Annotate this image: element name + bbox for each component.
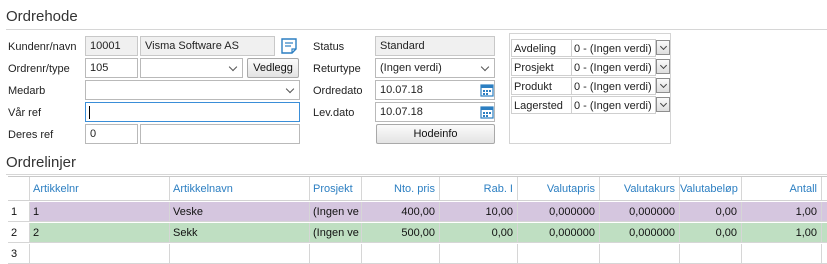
order-number-field[interactable]: 105 xyxy=(85,58,138,78)
ordredato-field[interactable]: 10.07.18 xyxy=(375,80,495,100)
cell-valutakurs[interactable]: 0,000000 xyxy=(600,223,680,242)
column-header-rab[interactable]: Rab. I xyxy=(440,177,518,200)
levdato-label: Lev.dato xyxy=(313,107,355,119)
hodeinfo-button[interactable]: Hodeinfo xyxy=(376,124,495,144)
table-row[interactable]: 1 1 Veske (Ingen ve 400,00 10,00 0,00000… xyxy=(8,202,827,222)
cell-rab[interactable]: 0,00 xyxy=(440,223,518,242)
column-header-nto-pris[interactable]: Nto. pris xyxy=(362,177,440,200)
grid-header-row: Artikkelnr Artikkelnavn Prosjekt Nto. pr… xyxy=(8,177,827,201)
customer-name-field[interactable]: Visma Software AS xyxy=(140,36,275,56)
cell-nto-pris[interactable]: 500,00 xyxy=(362,223,440,242)
chevron-down-icon[interactable] xyxy=(656,78,670,93)
cell-nto-pris[interactable]: 400,00 xyxy=(362,202,440,221)
cell-nto-pris[interactable] xyxy=(362,244,440,263)
cell-valutakurs[interactable]: 0,000000 xyxy=(600,202,680,221)
order-label: Ordrenr/type xyxy=(8,63,70,75)
cell-valutabelop[interactable]: 0,00 xyxy=(680,223,742,242)
cell-valutabelop[interactable] xyxy=(680,244,742,263)
column-header-valutapris[interactable]: Valutapris xyxy=(518,177,600,200)
returtype-select[interactable]: (Ingen verdi) xyxy=(375,58,495,78)
customer-label: Kundenr/navn xyxy=(8,41,77,53)
status-label: Status xyxy=(313,41,345,53)
cell-valutabelop[interactable]: 0,00 xyxy=(680,202,742,221)
section-title-ordrelinjer: Ordrelinjer xyxy=(6,154,77,171)
dimensions-panel: Avdeling 0 - (Ingen verdi) Prosjekt 0 - … xyxy=(509,33,671,144)
ordredato-value: 10.07.18 xyxy=(380,84,423,96)
dimension-label-avdeling: Avdeling xyxy=(511,39,572,57)
section-divider xyxy=(6,29,827,30)
dimension-label-prosjekt: Prosjekt xyxy=(511,58,572,76)
ordredato-label: Ordredato xyxy=(313,85,363,97)
cell-valutapris[interactable] xyxy=(518,244,600,263)
column-header-valutabelop[interactable]: Valutabeløp xyxy=(680,177,742,200)
order-lines-grid: Artikkelnr Artikkelnavn Prosjekt Nto. pr… xyxy=(8,176,827,264)
cell-artikkelnr[interactable]: 2 xyxy=(30,223,170,242)
dimension-value-prosjekt[interactable]: 0 - (Ingen verdi) xyxy=(572,58,656,76)
chevron-down-icon[interactable] xyxy=(476,59,494,77)
cell-artikkelnr[interactable]: 1 xyxy=(30,202,170,221)
cell-rab[interactable] xyxy=(440,244,518,263)
section-divider xyxy=(6,174,827,175)
row-number: 2 xyxy=(8,223,30,242)
chevron-down-icon[interactable] xyxy=(656,59,670,74)
vedlegg-button[interactable]: Vedlegg xyxy=(247,58,299,78)
deres-ref-name-field[interactable] xyxy=(140,124,300,144)
customer-number-field[interactable]: 10001 xyxy=(85,36,138,56)
dimension-label-lagersted: Lagersted xyxy=(511,96,572,114)
var-ref-input[interactable] xyxy=(85,102,300,122)
order-type-select[interactable] xyxy=(140,58,243,78)
dimension-label-produkt: Produkt xyxy=(511,77,572,95)
row-number-header xyxy=(8,177,30,200)
row-number: 1 xyxy=(8,202,30,221)
cell-antall[interactable] xyxy=(742,244,822,263)
medarb-label: Medarb xyxy=(8,85,46,97)
returtype-label: Returtype xyxy=(313,63,361,75)
section-title-ordrehode: Ordrehode xyxy=(6,8,78,25)
text-caret xyxy=(89,106,90,119)
notes-icon[interactable] xyxy=(280,37,298,55)
cell-rab[interactable]: 10,00 xyxy=(440,202,518,221)
cell-artikkelnavn[interactable]: Sekk xyxy=(170,223,310,242)
medarb-select[interactable] xyxy=(85,80,300,100)
cell-antall[interactable]: 1,00 xyxy=(742,223,822,242)
cell-artikkelnavn[interactable] xyxy=(170,244,310,263)
row-number: 3 xyxy=(8,244,30,263)
cell-valutapris[interactable]: 0,000000 xyxy=(518,202,600,221)
cell-prosjekt[interactable]: (Ingen ve xyxy=(310,202,362,221)
levdato-value: 10.07.18 xyxy=(380,106,423,118)
var-ref-label: Vår ref xyxy=(8,107,42,119)
table-row[interactable]: 3 xyxy=(8,244,827,264)
cell-antall[interactable]: 1,00 xyxy=(742,202,822,221)
calendar-icon[interactable] xyxy=(480,105,494,119)
cell-prosjekt[interactable]: (Ingen ve xyxy=(310,223,362,242)
column-header-prosjekt[interactable]: Prosjekt xyxy=(310,177,362,200)
deres-ref-number-field[interactable]: 0 xyxy=(85,124,138,144)
column-header-artikkelnr[interactable]: Artikkelnr xyxy=(30,177,170,200)
deres-ref-label: Deres ref xyxy=(8,129,54,141)
column-header-antall[interactable]: Antall xyxy=(742,177,822,200)
dimension-value-lagersted[interactable]: 0 - (Ingen verdi) xyxy=(572,96,656,114)
chevron-down-icon[interactable] xyxy=(224,59,242,77)
status-field[interactable]: Standard xyxy=(375,36,495,56)
chevron-down-icon[interactable] xyxy=(656,97,670,112)
cell-valutakurs[interactable] xyxy=(600,244,680,263)
chevron-down-icon[interactable] xyxy=(281,81,299,99)
levdato-field[interactable]: 10.07.18 xyxy=(375,102,495,122)
returtype-value: (Ingen verdi) xyxy=(380,62,442,74)
calendar-icon[interactable] xyxy=(480,83,494,97)
dimension-value-produkt[interactable]: 0 - (Ingen verdi) xyxy=(572,77,656,95)
column-header-artikkelnavn[interactable]: Artikkelnavn xyxy=(170,177,310,200)
cell-prosjekt[interactable] xyxy=(310,244,362,263)
cell-artikkelnavn[interactable]: Veske xyxy=(170,202,310,221)
table-row[interactable]: 2 2 Sekk (Ingen ve 500,00 0,00 0,000000 … xyxy=(8,223,827,243)
dimension-value-avdeling[interactable]: 0 - (Ingen verdi) xyxy=(572,39,656,57)
cell-artikkelnr[interactable] xyxy=(30,244,170,263)
chevron-down-icon[interactable] xyxy=(656,40,670,55)
cell-valutapris[interactable]: 0,000000 xyxy=(518,223,600,242)
column-header-valutakurs[interactable]: Valutakurs xyxy=(600,177,680,200)
